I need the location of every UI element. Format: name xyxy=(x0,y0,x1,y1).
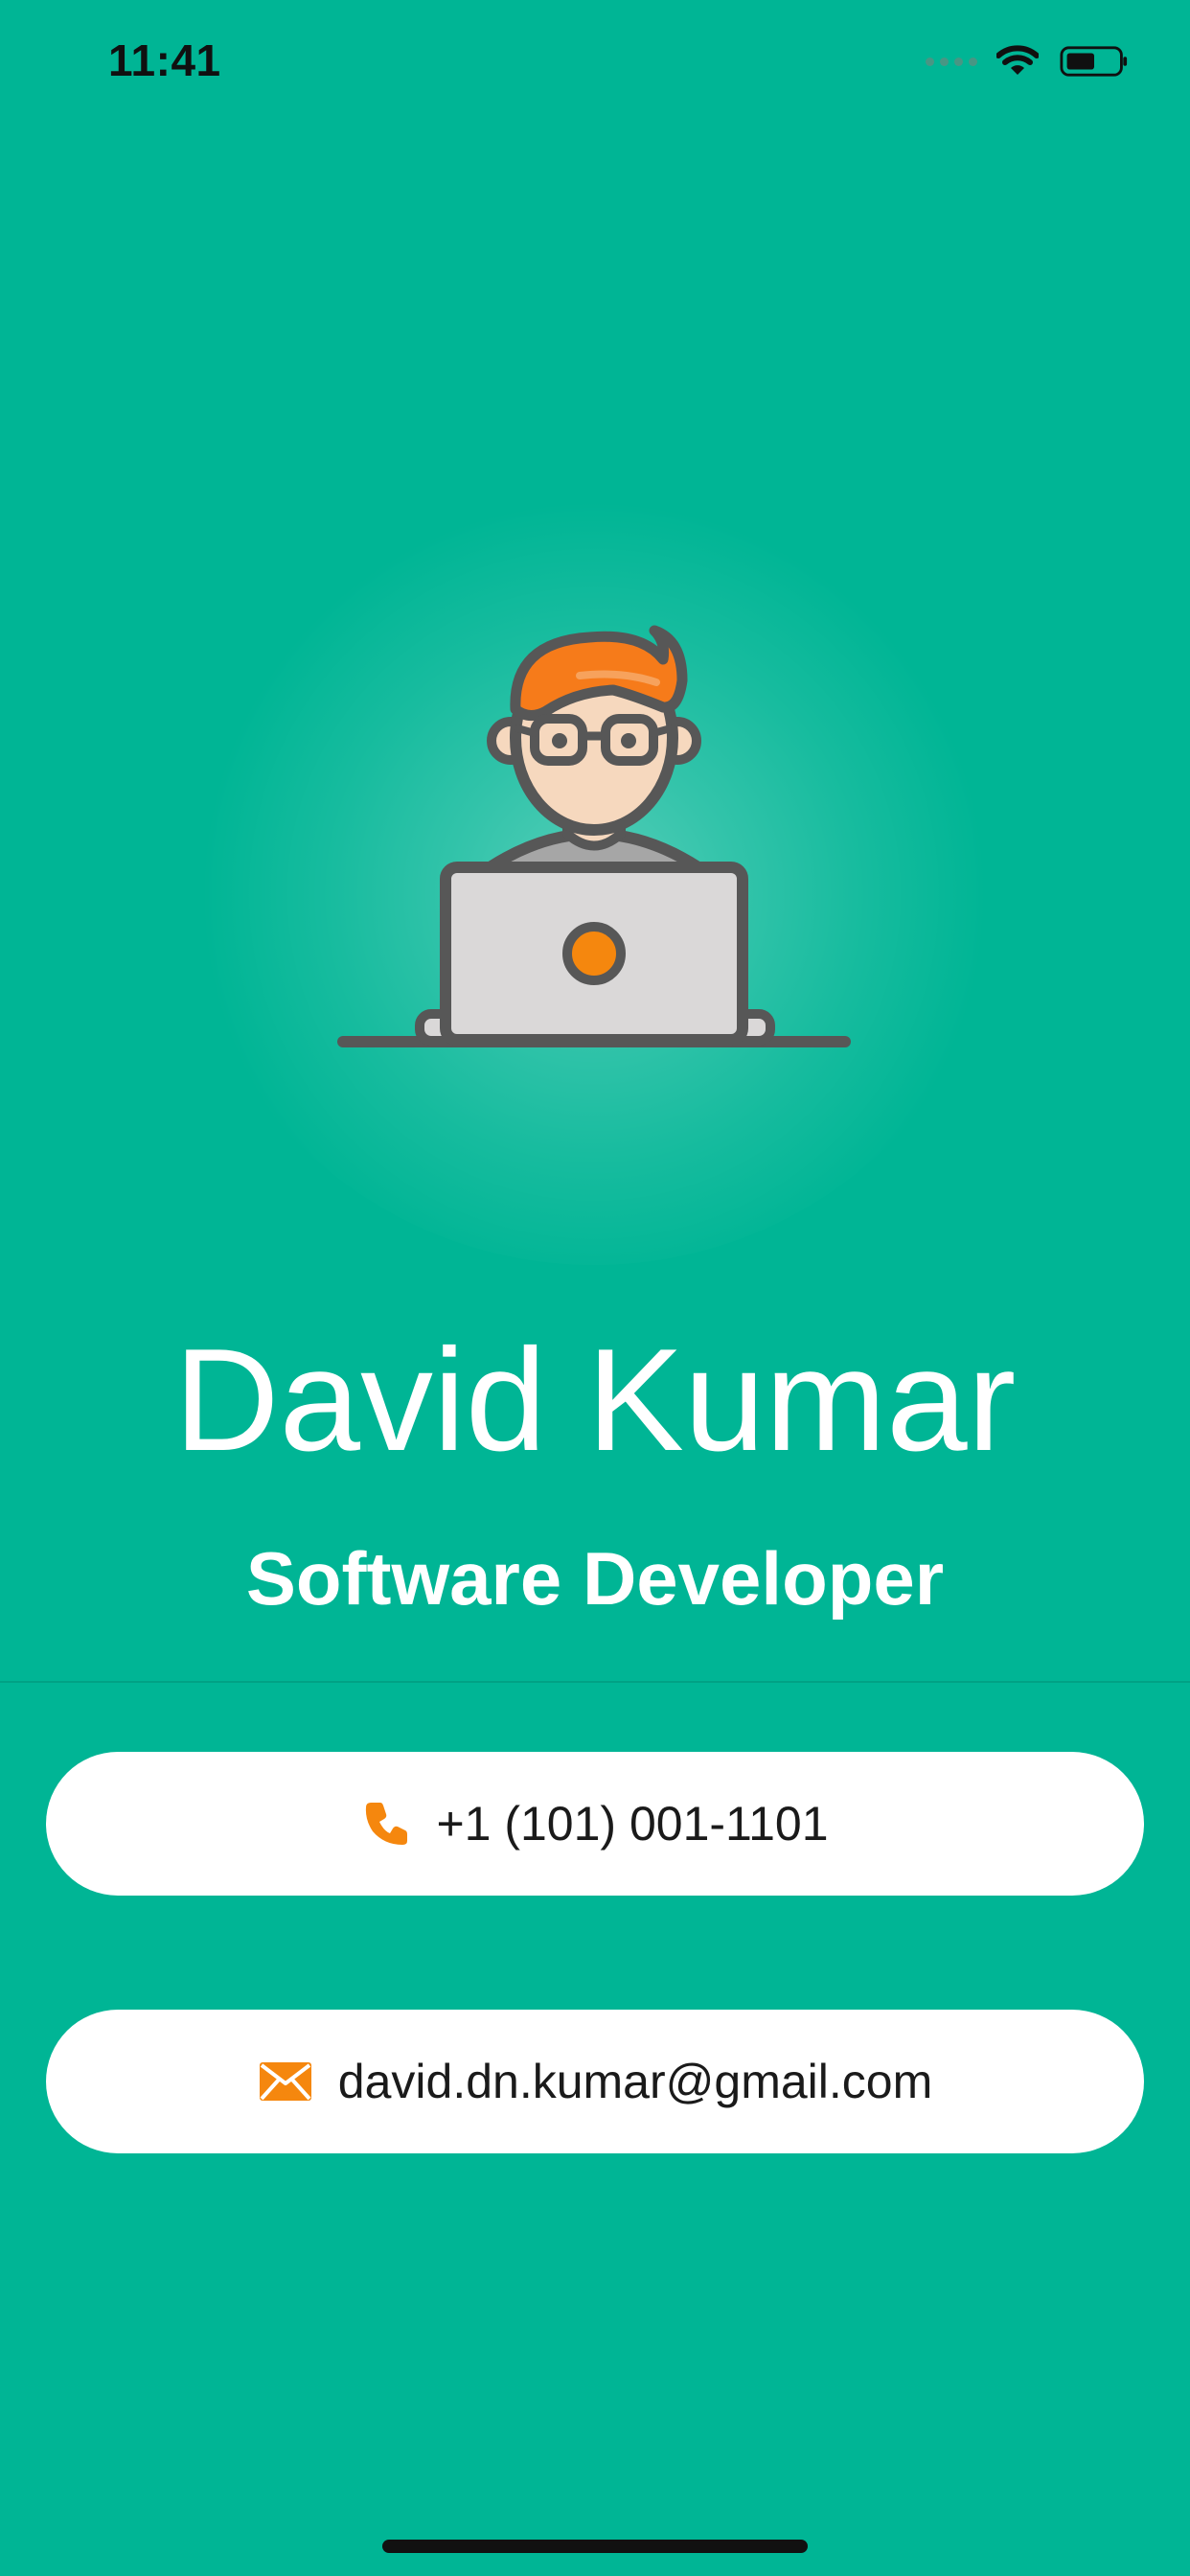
email-address: david.dn.kumar@gmail.com xyxy=(337,2055,933,2108)
phone-number: +1 (101) 001-1101 xyxy=(436,1797,829,1851)
battery-icon xyxy=(1060,46,1128,77)
cellular-signal-icon xyxy=(926,57,977,66)
divider xyxy=(0,1681,1190,1683)
profile-name: David Kumar xyxy=(173,1319,1017,1482)
status-time: 11:41 xyxy=(108,35,221,85)
developer-avatar-icon xyxy=(337,625,851,1047)
profile-title: Software Developer xyxy=(245,1536,945,1621)
home-indicator[interactable] xyxy=(382,2540,808,2553)
phone-icon xyxy=(366,1803,408,1845)
wifi-icon xyxy=(996,45,1039,75)
status-indicators xyxy=(926,42,1129,80)
email-button[interactable]: david.dn.kumar@gmail.com xyxy=(46,2010,1144,2153)
envelope-icon xyxy=(259,2062,311,2101)
phone-button[interactable]: +1 (101) 001-1101 xyxy=(46,1752,1144,1896)
status-bar: 11:41 xyxy=(0,0,1190,134)
